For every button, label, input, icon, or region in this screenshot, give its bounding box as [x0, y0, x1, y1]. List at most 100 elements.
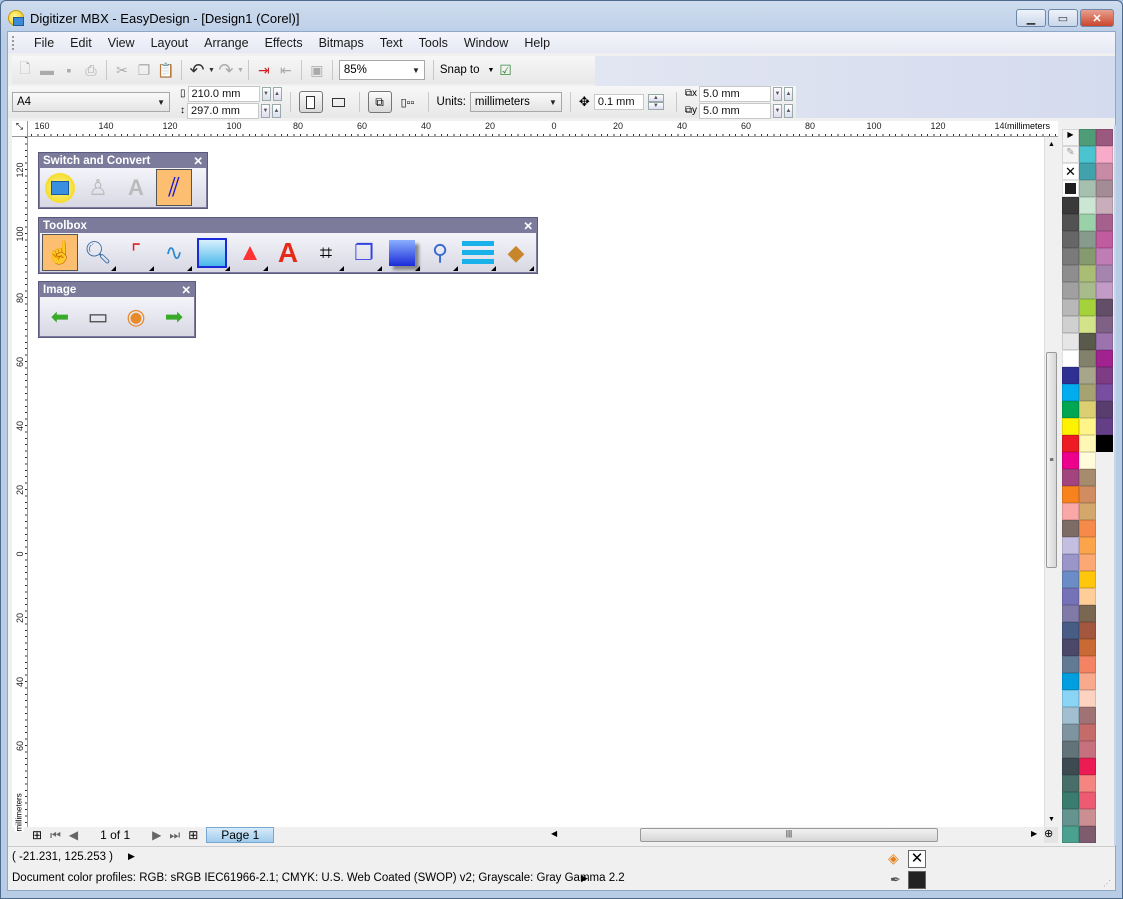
color-swatch[interactable]: [1079, 741, 1096, 758]
color-swatch[interactable]: [1096, 129, 1113, 146]
duplicate-x-input[interactable]: 5.0 mm: [698, 85, 771, 102]
color-swatch[interactable]: [1096, 197, 1113, 214]
horizontal-scrollbar[interactable]: ◀ ||| ▶: [545, 827, 1044, 843]
first-page-icon[interactable]: ⏮: [50, 828, 61, 843]
color-swatch[interactable]: [1096, 282, 1113, 299]
redo-icon[interactable]: ↷: [215, 59, 237, 81]
color-swatch[interactable]: [1079, 163, 1096, 180]
color-swatch[interactable]: [1062, 639, 1079, 656]
color-swatch[interactable]: [1062, 605, 1079, 622]
spin-up-button[interactable]: ▲: [272, 86, 282, 101]
color-swatch[interactable]: [1079, 231, 1096, 248]
spin-down-button[interactable]: ▼: [261, 86, 271, 101]
rectangle-tool-icon[interactable]: [194, 234, 230, 271]
paper-size-select[interactable]: A4 ▼: [12, 92, 170, 112]
color-swatch[interactable]: [1096, 146, 1113, 163]
color-swatch[interactable]: [1079, 333, 1096, 350]
zoom-tool-icon[interactable]: 🔍︎: [80, 234, 116, 271]
spin-down-button[interactable]: ▼: [261, 103, 270, 118]
page-width-input[interactable]: 210.0 mm: [187, 85, 260, 102]
color-swatch[interactable]: [1062, 656, 1079, 673]
outline-color-swatch[interactable]: [908, 871, 926, 889]
color-swatch[interactable]: [1062, 316, 1079, 333]
color-swatch[interactable]: [1062, 537, 1079, 554]
arrange-tool-icon[interactable]: ❐: [346, 234, 382, 271]
new-icon[interactable]: 🗋: [14, 59, 36, 81]
color-swatch[interactable]: [1062, 469, 1079, 486]
color-swatch[interactable]: [1062, 673, 1079, 690]
close-icon[interactable]: ✕: [523, 219, 533, 233]
prev-page-icon[interactable]: ◀: [69, 828, 78, 842]
nudge-input[interactable]: 0.1 mm: [593, 94, 644, 110]
color-swatch[interactable]: [1096, 248, 1113, 265]
spin-up-button[interactable]: ▲: [783, 103, 793, 118]
spin-down-button[interactable]: ▼: [772, 86, 782, 101]
color-swatch[interactable]: [1079, 656, 1096, 673]
color-swatch[interactable]: [1096, 350, 1113, 367]
all-pages-button[interactable]: ⧉: [367, 91, 392, 113]
color-swatch[interactable]: [1062, 265, 1079, 282]
landscape-button[interactable]: [327, 91, 351, 113]
close-icon[interactable]: ✕: [193, 154, 203, 168]
convert-text-icon[interactable]: A: [118, 169, 154, 206]
color-swatch[interactable]: [1096, 265, 1113, 282]
redo-dropdown-icon[interactable]: ▼: [237, 67, 244, 74]
add-page-after-icon[interactable]: ⊞: [188, 828, 198, 842]
paste-icon[interactable]: 📋: [155, 59, 177, 81]
print-icon[interactable]: ⎙: [80, 59, 102, 81]
snap-to-button[interactable]: Snap to: [440, 64, 480, 76]
spin-down-button[interactable]: ▼: [772, 103, 782, 118]
close-button[interactable]: ✕: [1080, 9, 1114, 27]
color-swatch[interactable]: [1079, 690, 1096, 707]
color-swatch[interactable]: [1079, 503, 1096, 520]
color-swatch[interactable]: [1062, 418, 1079, 435]
embroidery-mode-icon[interactable]: ⫽: [156, 169, 192, 206]
color-swatch[interactable]: [1096, 401, 1113, 418]
color-swatch[interactable]: [1096, 418, 1113, 435]
color-swatch[interactable]: [1062, 367, 1079, 384]
black-swatch[interactable]: [1062, 180, 1079, 197]
color-swatch[interactable]: [1096, 180, 1113, 197]
save-icon[interactable]: ▪: [58, 59, 80, 81]
color-swatch[interactable]: [1079, 826, 1096, 843]
menu-effects[interactable]: Effects: [257, 36, 311, 50]
import-image-icon[interactable]: ⬅: [42, 298, 78, 335]
menu-text[interactable]: Text: [372, 36, 411, 50]
resize-grip-icon[interactable]: ⋰: [1103, 879, 1111, 888]
color-swatch[interactable]: [1079, 282, 1096, 299]
minimize-button[interactable]: ▁: [1016, 9, 1046, 27]
freehand-tool-icon[interactable]: ∿: [156, 234, 192, 271]
color-swatch[interactable]: [1062, 809, 1079, 826]
spin-up-button[interactable]: ▲: [783, 86, 793, 101]
shapes-tool-icon[interactable]: ▲: [232, 234, 268, 271]
color-swatch[interactable]: [1079, 673, 1096, 690]
color-swatch[interactable]: [1079, 146, 1096, 163]
color-swatch[interactable]: [1062, 333, 1079, 350]
color-swatch[interactable]: [1079, 639, 1096, 656]
color-swatch[interactable]: [1062, 775, 1079, 792]
color-swatch[interactable]: [1079, 418, 1096, 435]
options-checklist-icon[interactable]: ☑: [494, 59, 516, 81]
color-swatch[interactable]: [1096, 435, 1113, 452]
color-swatch[interactable]: [1062, 282, 1079, 299]
camera-icon[interactable]: ◉: [118, 298, 154, 335]
page-height-input[interactable]: 297.0 mm: [187, 102, 259, 119]
color-swatch[interactable]: [1062, 758, 1079, 775]
color-swatch[interactable]: [1062, 384, 1079, 401]
convert-object-icon[interactable]: ♙: [80, 169, 116, 206]
color-swatch[interactable]: [1079, 129, 1096, 146]
no-color-swatch[interactable]: ✕: [1062, 163, 1079, 180]
spin-up-button[interactable]: ▲: [272, 103, 281, 118]
color-swatch[interactable]: [1079, 197, 1096, 214]
color-swatch[interactable]: [1096, 316, 1113, 333]
color-swatch[interactable]: [1062, 248, 1079, 265]
nudge-spinner[interactable]: ▲ ▼: [647, 94, 664, 110]
eyedropper-tool-icon[interactable]: ⚲: [422, 234, 458, 271]
cut-icon[interactable]: ✂: [111, 59, 133, 81]
open-icon[interactable]: ▬: [36, 59, 58, 81]
eyedropper-icon[interactable]: ✎: [1062, 146, 1079, 163]
color-swatch[interactable]: [1079, 180, 1096, 197]
menu-edit[interactable]: Edit: [62, 36, 100, 50]
menu-layout[interactable]: Layout: [143, 36, 197, 50]
color-swatch[interactable]: [1096, 299, 1113, 316]
